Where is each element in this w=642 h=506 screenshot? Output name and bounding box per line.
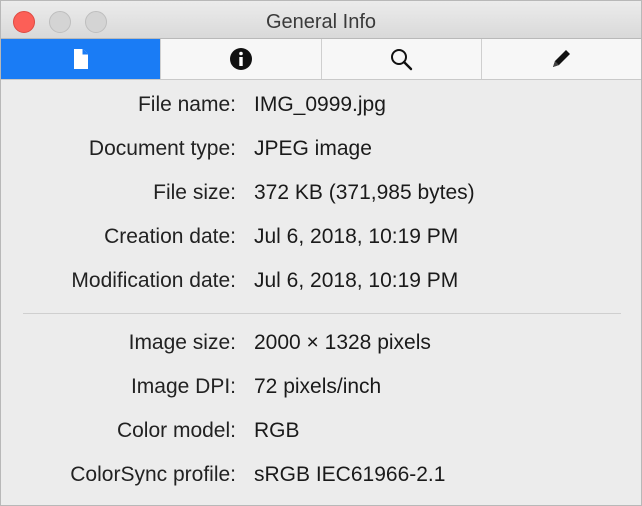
modification-date-label: Modification date: <box>71 269 236 292</box>
creation-date-label: Creation date: <box>104 225 236 248</box>
file-size-value: 372 KB (371,985 bytes) <box>254 181 475 204</box>
document-type-value: JPEG image <box>254 137 372 160</box>
image-dpi-label: Image DPI: <box>130 375 236 398</box>
row-modification-date: Modification date: Jul 6, 2018, 10:19 PM <box>1 269 641 299</box>
row-image-dpi: Image DPI: 72 pixels/inch <box>1 375 641 405</box>
info-icon <box>229 47 253 71</box>
colorsync-profile-label: ColorSync profile: <box>70 463 236 486</box>
document-icon <box>71 48 91 70</box>
tab-search[interactable] <box>322 39 482 79</box>
search-icon <box>389 47 413 71</box>
image-size-value: 2000 × 1328 pixels <box>254 331 431 354</box>
row-document-type: Document type: JPEG image <box>1 137 641 167</box>
general-info-window: General Info File name: IMG_0999.jpg Doc… <box>0 0 642 506</box>
modification-date-value: Jul 6, 2018, 10:19 PM <box>254 269 459 292</box>
section-divider <box>23 313 621 314</box>
title-bar: General Info <box>1 1 641 39</box>
image-size-label: Image size: <box>128 331 236 354</box>
inspector-tabs <box>1 39 641 80</box>
file-name-label: File name: <box>137 93 236 116</box>
row-file-name: File name: IMG_0999.jpg <box>1 93 641 123</box>
color-model-label: Color model: <box>116 419 236 442</box>
document-type-label: Document type: <box>88 137 236 160</box>
row-image-size: Image size: 2000 × 1328 pixels <box>1 331 641 361</box>
colorsync-profile-value: sRGB IEC61966-2.1 <box>254 463 446 486</box>
color-model-value: RGB <box>254 419 300 442</box>
tab-edit[interactable] <box>482 39 641 79</box>
row-color-model: Color model: RGB <box>1 419 641 449</box>
window-title: General Info <box>265 11 377 33</box>
file-name-value: IMG_0999.jpg <box>254 93 386 116</box>
tab-more-info[interactable] <box>161 39 322 79</box>
image-dpi-value: 72 pixels/inch <box>254 375 382 398</box>
row-creation-date: Creation date: Jul 6, 2018, 10:19 PM <box>1 225 641 255</box>
row-colorsync-profile: ColorSync profile: sRGB IEC61966-2.1 <box>1 463 641 493</box>
row-file-size: File size: 372 KB (371,985 bytes) <box>1 181 641 211</box>
tab-general-info[interactable] <box>1 39 162 79</box>
creation-date-value: Jul 6, 2018, 10:19 PM <box>254 225 459 248</box>
file-size-label: File size: <box>153 181 236 204</box>
pencil-icon <box>549 47 573 71</box>
